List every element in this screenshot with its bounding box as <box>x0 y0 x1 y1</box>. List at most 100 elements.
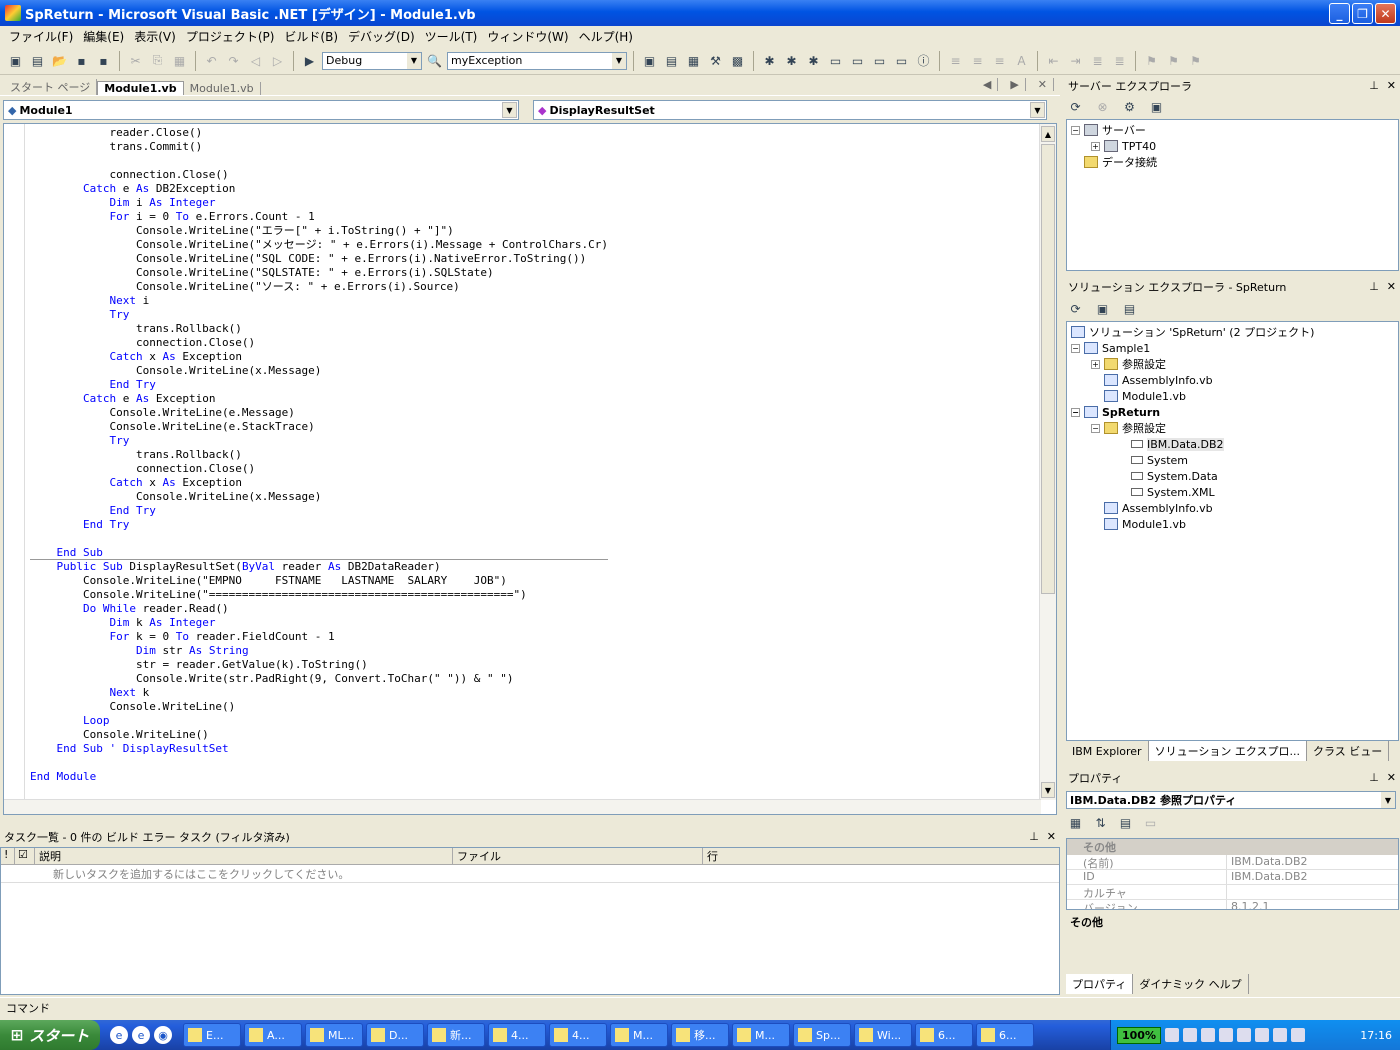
tab-class-view[interactable]: クラス ビュー <box>1307 741 1390 761</box>
pin-icon[interactable]: ⊥ <box>1029 830 1039 843</box>
bookmark-icon[interactable]: ▭ <box>892 51 911 70</box>
vertical-scrollbar[interactable]: ▲ ▼ <box>1039 124 1056 800</box>
tray-app-icon[interactable] <box>1290 1028 1305 1042</box>
column-checkbox[interactable]: ☑ <box>15 848 35 864</box>
method-name-select[interactable]: ◆ DisplayResultSet ▼ <box>533 100 1047 120</box>
code-line[interactable]: Console.WriteLine(x.Message) <box>30 490 608 504</box>
bookmark-prev-icon[interactable]: ⚑ <box>1186 51 1205 70</box>
code-line[interactable]: Dim k As Integer <box>30 616 608 630</box>
code-line[interactable] <box>30 756 608 770</box>
code-line[interactable]: Try <box>30 308 608 322</box>
scroll-up-icon[interactable]: ▲ <box>1041 126 1055 142</box>
code-line[interactable] <box>30 154 608 168</box>
taskbar-button[interactable]: Wi... <box>854 1023 912 1047</box>
code-line[interactable]: Catch x As Exception <box>30 476 608 490</box>
align-left-icon[interactable]: ≡ <box>946 51 965 70</box>
tab-properties[interactable]: プロパティ <box>1066 974 1134 994</box>
code-line[interactable]: Console.WriteLine("エラー[" + i.ToString() … <box>30 224 608 238</box>
close-button[interactable]: ✕ <box>1375 3 1396 24</box>
save-icon[interactable]: ▪ <box>72 51 91 70</box>
menu-tools[interactable]: ツール(T) <box>420 28 483 45</box>
code-line[interactable]: str = reader.GetValue(k).ToString() <box>30 658 608 672</box>
code-line[interactable]: Do While reader.Read() <box>30 602 608 616</box>
menu-file[interactable]: ファイル(F) <box>4 28 78 45</box>
cut-icon[interactable]: ✂ <box>126 51 145 70</box>
code-line[interactable]: connection.Close() <box>30 462 608 476</box>
align-right-icon[interactable]: ≡ <box>990 51 1009 70</box>
taskbar-button[interactable]: 新... <box>427 1023 485 1047</box>
code-line[interactable]: Public Sub DisplayResultSet(ByVal reader… <box>30 560 608 574</box>
tab-module1-code[interactable]: Module1.vb <box>97 81 184 95</box>
tree-node-reference[interactable]: System.Data <box>1071 468 1398 484</box>
tree-node-tpt40[interactable]: + TPT40 <box>1071 138 1398 154</box>
show-all-files-icon[interactable]: ▣ <box>1093 299 1112 318</box>
tray-app-icon[interactable] <box>1254 1028 1269 1042</box>
close-document-icon[interactable]: ✕ <box>1032 78 1054 91</box>
properties-window-icon[interactable]: ▤ <box>662 51 681 70</box>
info-icon[interactable]: ⓘ <box>914 51 933 70</box>
tree-node-file[interactable]: AssemblyInfo.vb <box>1071 500 1398 516</box>
code-line[interactable]: connection.Close() <box>30 336 608 350</box>
class-view-icon[interactable]: ▩ <box>728 51 747 70</box>
tab-scroll-right-icon[interactable]: ▶ <box>1004 78 1026 91</box>
maximize-button[interactable]: ❐ <box>1352 3 1373 24</box>
ie-alt-icon[interactable]: e <box>132 1026 150 1044</box>
tree-node-reference[interactable]: IBM.Data.DB2 <box>1071 436 1398 452</box>
code-line[interactable]: trans.Rollback() <box>30 448 608 462</box>
network-icon[interactable] <box>1182 1028 1197 1042</box>
code-line[interactable]: End Sub <box>30 546 608 560</box>
code-line[interactable]: Console.WriteLine(x.Message) <box>30 364 608 378</box>
navigate-back-icon[interactable]: ◁ <box>246 51 265 70</box>
code-line[interactable]: Console.Write(str.PadRight(9, Convert.To… <box>30 672 608 686</box>
tab-scroll-left-icon[interactable]: ◀ <box>977 78 999 91</box>
categorized-icon[interactable]: ▦ <box>1066 813 1085 832</box>
menu-build[interactable]: ビルド(B) <box>279 28 343 45</box>
code-line[interactable]: For k = 0 To reader.FieldCount - 1 <box>30 630 608 644</box>
column-description[interactable]: 説明 <box>35 848 453 864</box>
code-line[interactable]: Console.WriteLine(e.Message) <box>30 406 608 420</box>
code-line[interactable]: Next k <box>30 686 608 700</box>
properties-object-select[interactable]: IBM.Data.DB2 参照プロパティ ▼ <box>1066 791 1396 809</box>
code-line[interactable]: Catch x As Exception <box>30 350 608 364</box>
tab-dynamic-help[interactable]: ダイナミック ヘルプ <box>1133 974 1249 994</box>
alphabetical-icon[interactable]: ⇅ <box>1091 813 1110 832</box>
code-line[interactable]: End Try <box>30 504 608 518</box>
taskbar-button[interactable]: D... <box>366 1023 424 1047</box>
tree-node-project-spreturn[interactable]: − SpReturn <box>1071 404 1398 420</box>
code-line[interactable]: Console.WriteLine("=====================… <box>30 588 608 602</box>
scroll-thumb[interactable] <box>1041 144 1055 594</box>
solution-explorer-icon[interactable]: ▣ <box>640 51 659 70</box>
tree-node-file[interactable]: AssemblyInfo.vb <box>1071 372 1398 388</box>
taskbar-button[interactable]: Sp... <box>793 1023 851 1047</box>
code-line[interactable]: Console.WriteLine("EMPNO FSTNAME LASTNAM… <box>30 574 608 588</box>
property-row[interactable]: (名前) IBM.Data.DB2 <box>1067 855 1398 870</box>
close-icon[interactable]: ✕ <box>1047 830 1056 843</box>
code-line[interactable]: End Sub ' DisplayResultSet <box>30 742 608 756</box>
code-editor[interactable]: reader.Close() trans.Commit() connection… <box>3 123 1057 815</box>
code-line[interactable]: trans.Rollback() <box>30 322 608 336</box>
tab-module1-design[interactable]: Module1.vb <box>184 82 261 95</box>
refresh-icon[interactable]: ⟳ <box>1066 97 1085 116</box>
taskbar-button[interactable]: A... <box>244 1023 302 1047</box>
code-line[interactable]: End Module <box>30 770 608 784</box>
comment-icon[interactable]: ≣ <box>1088 51 1107 70</box>
pin-icon[interactable]: ⊥ <box>1369 771 1379 784</box>
code-line[interactable]: Console.WriteLine("SQL CODE: " + e.Error… <box>30 252 608 266</box>
ime-icon[interactable] <box>1236 1028 1251 1042</box>
property-row[interactable]: カルチャ <box>1067 885 1398 900</box>
outdent-icon[interactable]: ⇤ <box>1044 51 1063 70</box>
taskbar-button[interactable]: 6... <box>915 1023 973 1047</box>
connect-server-icon[interactable]: ▣ <box>1147 97 1166 116</box>
menu-debug[interactable]: デバッグ(D) <box>343 28 420 45</box>
code-text[interactable]: reader.Close() trans.Commit() connection… <box>30 126 608 784</box>
menu-edit[interactable]: 編集(E) <box>78 28 129 45</box>
new-project-icon[interactable]: ▣ <box>6 51 25 70</box>
code-line[interactable]: Loop <box>30 714 608 728</box>
firefox-icon[interactable]: ◉ <box>154 1026 172 1044</box>
column-priority[interactable]: ! <box>1 848 15 864</box>
code-line[interactable]: Next i <box>30 294 608 308</box>
tree-node-project-sample1[interactable]: − Sample1 <box>1071 340 1398 356</box>
code-line[interactable]: Dim str As String <box>30 644 608 658</box>
command-window-icon[interactable]: ▭ <box>826 51 845 70</box>
open-file-icon[interactable]: 📂 <box>50 51 69 70</box>
